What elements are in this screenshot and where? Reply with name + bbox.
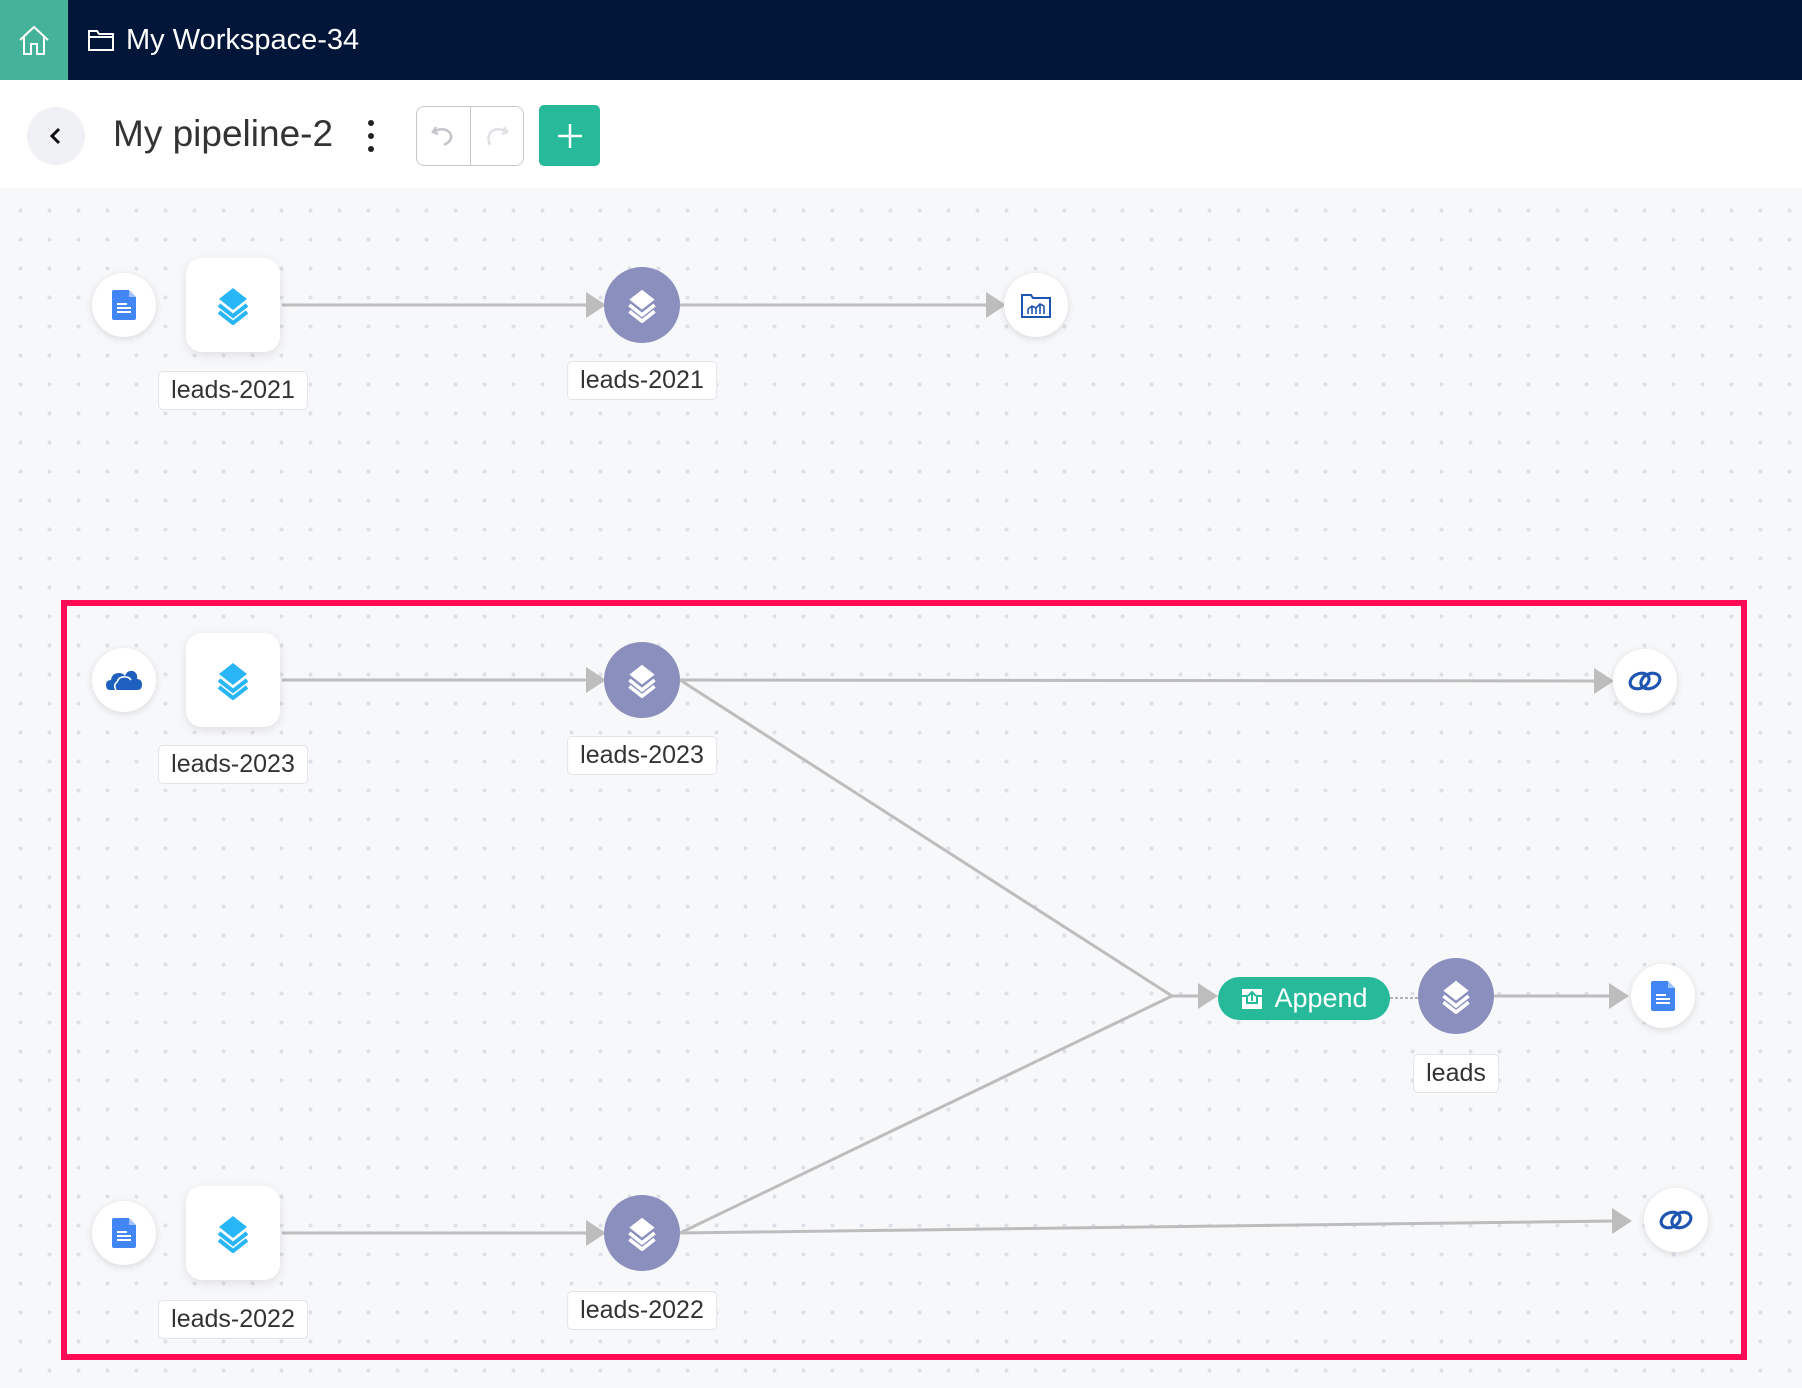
google-docs-icon <box>112 1218 136 1248</box>
destination-analytics[interactable] <box>1004 273 1068 337</box>
arrowhead <box>586 292 606 318</box>
layers-icon <box>624 662 660 698</box>
arrowhead <box>986 292 1006 318</box>
import-label[interactable]: leads-2021 <box>158 371 308 410</box>
zoho-link-icon <box>1627 667 1663 695</box>
source-onedrive[interactable] <box>92 648 156 712</box>
dataset-node[interactable] <box>604 1195 680 1271</box>
google-docs-icon <box>1651 981 1675 1011</box>
dataset-node[interactable] <box>604 267 680 343</box>
layers-icon <box>624 1215 660 1251</box>
layers-icon <box>213 1213 253 1253</box>
output-dataset-node[interactable] <box>1418 958 1494 1034</box>
dataset-label[interactable]: leads-2023 <box>567 736 717 775</box>
dataset-label[interactable]: leads-2021 <box>567 361 717 400</box>
import-label[interactable]: leads-2022 <box>158 1300 308 1339</box>
layers-icon <box>213 660 253 700</box>
onedrive-cloud-icon <box>106 670 142 691</box>
dataset-label[interactable]: leads-2022 <box>567 1291 717 1330</box>
highlight-box <box>61 600 1747 1360</box>
google-docs-icon <box>112 290 136 320</box>
output-dataset-label[interactable]: leads <box>1413 1054 1499 1093</box>
append-label: Append <box>1274 983 1368 1013</box>
layers-icon <box>213 285 253 325</box>
import-node[interactable] <box>186 633 280 727</box>
append-icon <box>1242 988 1263 1009</box>
import-node[interactable] <box>186 1186 280 1280</box>
layers-icon <box>1438 978 1474 1014</box>
source-google-docs[interactable] <box>92 273 156 337</box>
import-node[interactable] <box>186 258 280 352</box>
source-google-docs[interactable] <box>92 1201 156 1265</box>
destination-zoho[interactable] <box>1613 649 1677 713</box>
destination-google-docs[interactable] <box>1631 964 1695 1028</box>
append-node[interactable]: Append <box>1218 977 1390 1020</box>
analytics-folder-icon <box>1021 294 1051 318</box>
zoho-link-icon <box>1658 1206 1694 1234</box>
destination-zoho[interactable] <box>1644 1188 1708 1252</box>
dataset-node[interactable] <box>604 642 680 718</box>
import-label[interactable]: leads-2023 <box>158 745 308 784</box>
layers-icon <box>624 287 660 323</box>
